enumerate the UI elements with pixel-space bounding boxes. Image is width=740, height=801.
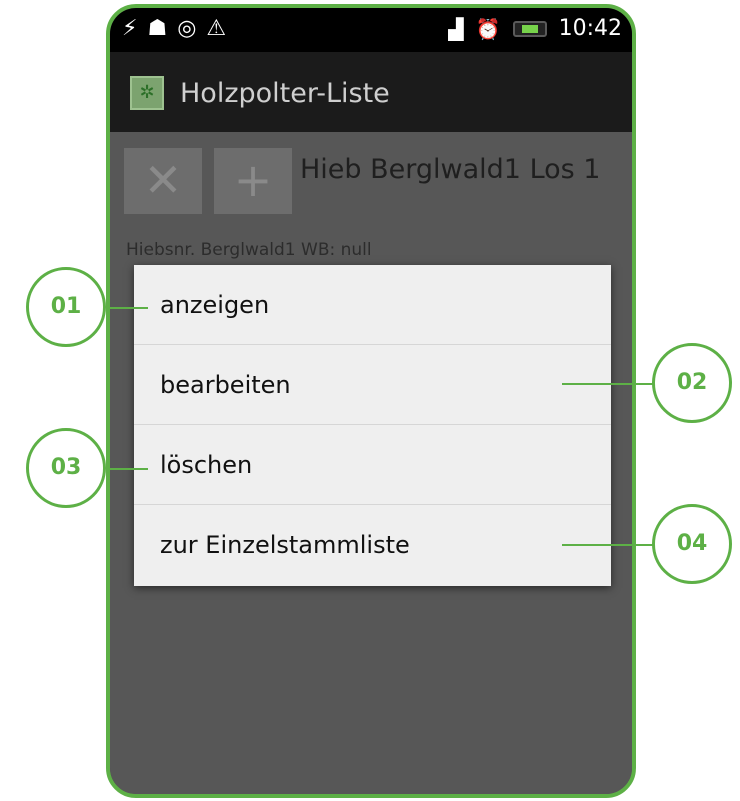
add-button[interactable]: + bbox=[214, 148, 292, 214]
callout-leader-04 bbox=[562, 544, 654, 546]
status-icons-left: ⚡ ☗ ◎ ⚠ bbox=[122, 16, 226, 42]
signal-icon: ▟ bbox=[448, 17, 464, 41]
menu-item-label: löschen bbox=[160, 451, 253, 479]
location-icon: ◎ bbox=[177, 16, 197, 41]
callout-03: 03 bbox=[26, 428, 106, 508]
delete-button[interactable]: ✕ bbox=[124, 148, 202, 214]
status-time: 10:42 bbox=[558, 16, 622, 41]
menu-item-loeschen[interactable]: löschen bbox=[134, 425, 611, 505]
action-bar: ✲ Holzpolter-Liste bbox=[110, 52, 632, 132]
menu-item-label: anzeigen bbox=[160, 291, 270, 319]
battery-icon bbox=[512, 21, 547, 37]
alarm-icon: ⏰ bbox=[475, 17, 501, 41]
app-icon[interactable]: ✲ bbox=[130, 76, 164, 110]
status-icons-right: ▟ ⏰ 10:42 bbox=[448, 16, 622, 42]
menu-item-label: zur Einzelstammliste bbox=[160, 531, 410, 559]
menu-item-einzelstammliste[interactable]: zur Einzelstammliste bbox=[134, 505, 611, 585]
warning-icon: ⚠ bbox=[206, 16, 227, 41]
callout-01: 01 bbox=[26, 267, 106, 347]
list-subtitle: Hiebsnr. Berglwald1 WB: null bbox=[126, 240, 372, 260]
status-bar: ⚡ ☗ ◎ ⚠ ▟ ⏰ 10:42 bbox=[110, 8, 632, 52]
app-title: Holzpolter-Liste bbox=[180, 78, 390, 109]
usb-icon: ⚡ bbox=[122, 16, 138, 41]
callout-04: 04 bbox=[652, 504, 732, 584]
menu-item-bearbeiten[interactable]: bearbeiten bbox=[134, 345, 611, 425]
callout-leader-02 bbox=[562, 383, 654, 385]
callout-leader-01 bbox=[106, 307, 148, 309]
menu-item-anzeigen[interactable]: anzeigen bbox=[134, 265, 611, 345]
callout-leader-03 bbox=[106, 468, 148, 470]
list-title: Hieb Berglwald1 Los 1 bbox=[300, 154, 601, 185]
android-debug-icon: ☗ bbox=[147, 16, 168, 41]
menu-item-label: bearbeiten bbox=[160, 371, 291, 399]
context-menu-dialog: anzeigen bearbeiten löschen zur Einzelst… bbox=[134, 265, 611, 586]
callout-02: 02 bbox=[652, 343, 732, 423]
